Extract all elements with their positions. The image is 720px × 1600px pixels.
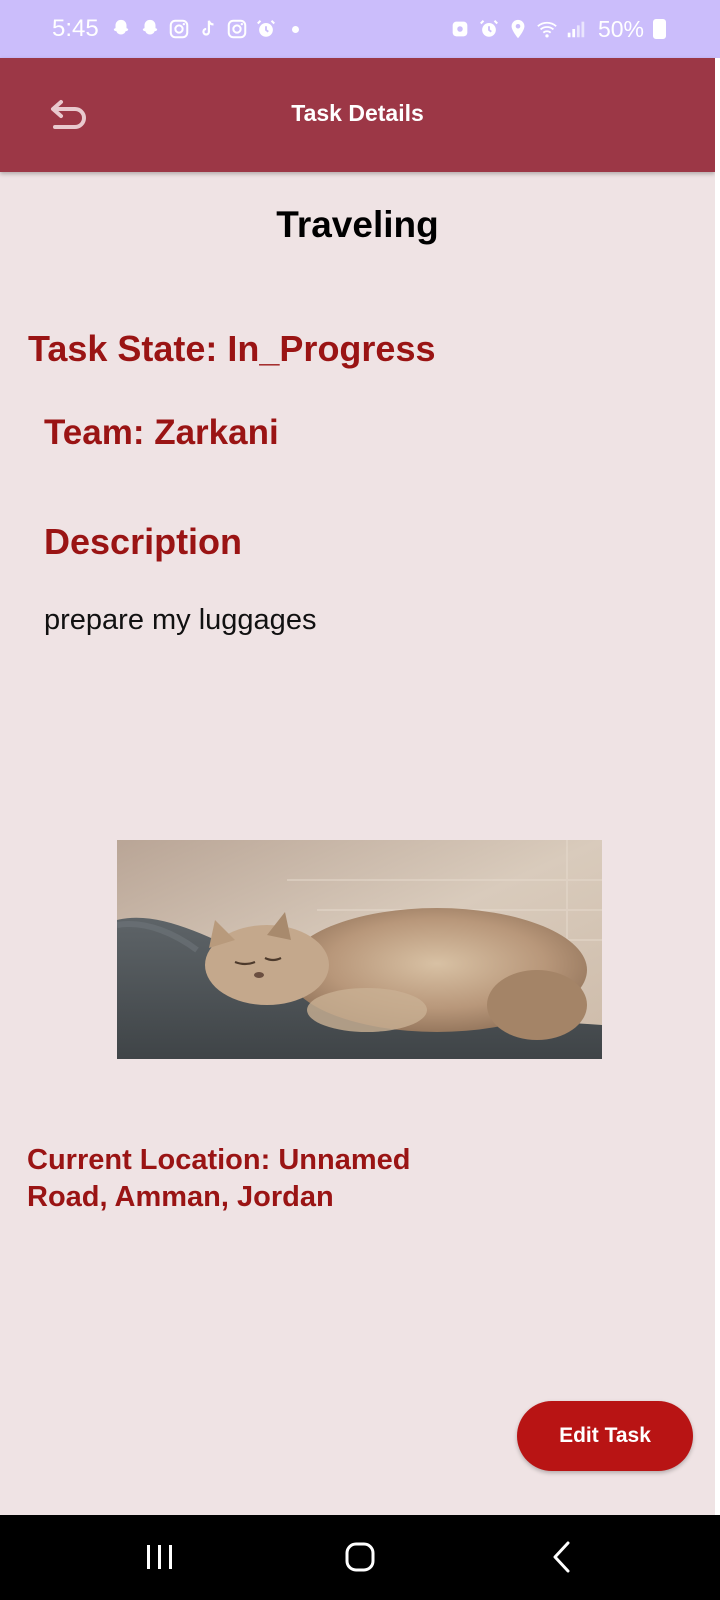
wifi-icon <box>537 21 557 38</box>
status-bar-right: 50% <box>449 16 666 43</box>
recents-icon[interactable] <box>140 1537 180 1577</box>
current-location: Current Location: Unnamed Road, Amman, J… <box>27 1144 411 1213</box>
tiktok-icon <box>202 20 214 36</box>
battery-icon <box>653 19 666 39</box>
signal-icon <box>567 21 585 38</box>
instagram-icon <box>227 19 246 39</box>
alarm-icon <box>479 20 498 37</box>
snapchat-icon <box>142 19 158 35</box>
location-icon <box>511 19 525 39</box>
app-bar: Task Details <box>0 58 715 172</box>
page-title: Task Details <box>291 100 424 126</box>
task-team: Team: Zarkani <box>44 413 279 452</box>
edit-task-button[interactable]: Edit Task <box>517 1401 693 1471</box>
notification-dot <box>291 25 299 33</box>
battery-percent: 50% <box>597 15 644 42</box>
task-title: Traveling <box>276 204 439 245</box>
task-photo <box>117 840 602 1059</box>
status-bar-left: 5:45 <box>52 15 299 43</box>
instagram-icon <box>169 19 188 39</box>
back-icon[interactable] <box>543 1537 583 1577</box>
status-bar: 5:45 50% <box>0 0 720 58</box>
system-nav-bar <box>0 1515 720 1600</box>
scroll-edge <box>715 58 720 1515</box>
alarm-icon <box>256 20 275 37</box>
status-time: 5:45 <box>52 15 99 42</box>
snapchat-icon <box>113 19 129 35</box>
app-icon <box>452 21 468 37</box>
description-label: Description <box>44 521 243 562</box>
task-state: Task State: In_Progress <box>28 328 436 369</box>
home-icon[interactable] <box>340 1537 380 1577</box>
cat-photo-illustration <box>117 840 602 1059</box>
description-text: prepare my luggages <box>44 604 317 636</box>
